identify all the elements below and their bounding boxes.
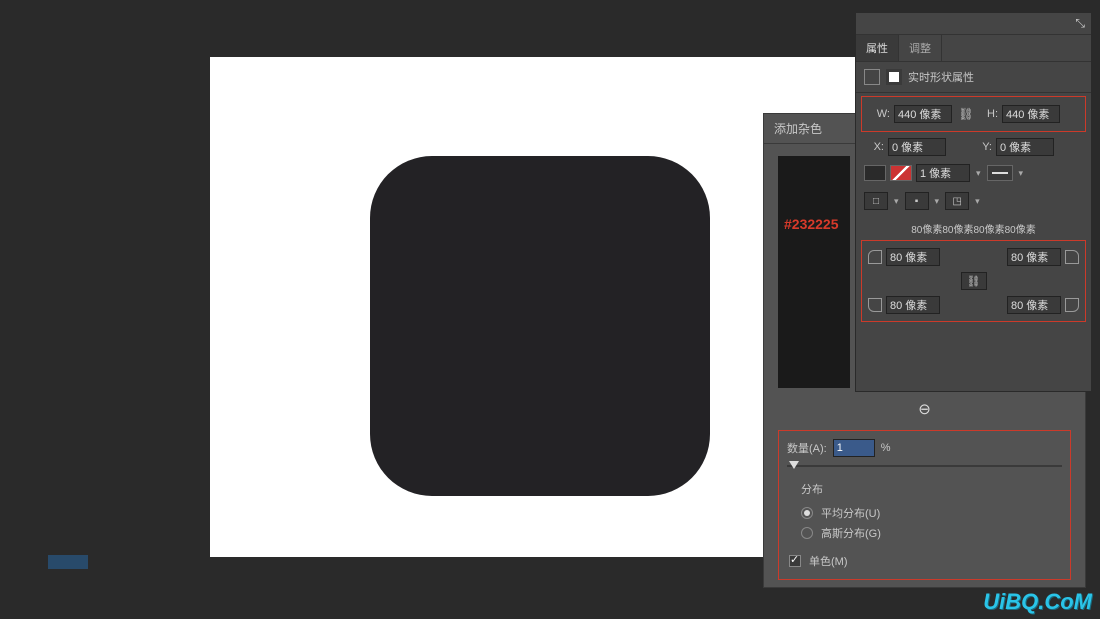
shape-outline-icon (864, 69, 880, 85)
x-input[interactable] (888, 138, 946, 156)
stroke-options-row: □ ▾ ▪ ▾ ◳ ▾ (856, 187, 1091, 215)
corner-bl-icon (868, 298, 882, 312)
corner-tr-input[interactable] (1007, 248, 1061, 266)
amount-label: 数量(A): (787, 440, 827, 456)
stroke-swatch[interactable] (890, 165, 912, 181)
amount-slider[interactable] (787, 465, 1062, 467)
amount-input[interactable] (833, 439, 875, 457)
noise-controls-group: 数量(A): % 分布 平均分布(U) 高斯分布(G) 单色(M) (778, 430, 1071, 580)
uniform-radio-row[interactable]: 平均分布(U) (801, 505, 1062, 521)
width-height-row: W: ⛓ H: (866, 100, 1081, 128)
align-dropdown-icon[interactable]: ▾ (933, 196, 942, 207)
height-input[interactable] (1002, 105, 1060, 123)
y-label: Y: (974, 141, 992, 153)
join-dropdown-icon[interactable]: ▾ (973, 196, 982, 207)
properties-panel: ⤡ 属性 调整 实时形状属性 W: ⛓ H: X: Y: ▾ ▾ □ ▾ (855, 12, 1092, 392)
wh-highlight: W: ⛓ H: (861, 96, 1086, 132)
tab-properties[interactable]: 属性 (856, 35, 899, 61)
link-corners-button[interactable]: ⛓ (961, 272, 987, 290)
corner-top-row (866, 245, 1081, 269)
collapse-icon[interactable]: ⤡ (1075, 16, 1085, 31)
slider-thumb-icon[interactable] (789, 461, 799, 469)
xy-row: X: Y: (856, 135, 1091, 159)
gaussian-label: 高斯分布(G) (821, 525, 881, 541)
corner-tl-input[interactable] (886, 248, 940, 266)
corners-summary: 80像素80像素80像素80像素 (856, 215, 1091, 238)
distribution-label: 分布 (801, 481, 1062, 497)
zoom-row: ⊖ (764, 394, 1085, 424)
y-input[interactable] (996, 138, 1054, 156)
corner-br-icon (1065, 298, 1079, 312)
x-label: X: (866, 141, 884, 153)
stroke-width-dropdown-icon[interactable]: ▾ (974, 168, 983, 179)
zoom-out-icon[interactable]: ⊖ (918, 400, 931, 418)
props-shape-header: 实时形状属性 (856, 62, 1091, 93)
fill-stroke-row: ▾ ▾ (856, 159, 1091, 187)
tab-adjustments[interactable]: 调整 (899, 35, 942, 61)
panel-topbar: ⤡ (856, 13, 1091, 35)
cap-dropdown-icon[interactable]: ▾ (892, 196, 901, 207)
live-shape-label: 实时形状属性 (908, 69, 974, 85)
shape-mask-icon (886, 69, 902, 85)
width-input[interactable] (894, 105, 952, 123)
stroke-width-input[interactable] (916, 164, 970, 182)
join-button[interactable]: ◳ (945, 192, 969, 210)
corner-link-row: ⛓ (866, 269, 1081, 293)
amount-unit: % (881, 442, 891, 454)
hex-color-label: #232225 (784, 216, 839, 232)
amount-row: 数量(A): % (787, 439, 1062, 457)
stroke-style-dropdown-icon[interactable]: ▾ (1017, 168, 1026, 179)
w-label: W: (872, 108, 890, 120)
watermark: UiBQ.CoM (983, 589, 1092, 615)
corner-tr-icon (1065, 250, 1079, 264)
rounded-rectangle-shape[interactable] (370, 156, 710, 496)
corner-tl-icon (868, 250, 882, 264)
mono-checkbox[interactable] (789, 555, 801, 567)
corner-bottom-row (866, 293, 1081, 317)
uniform-label: 平均分布(U) (821, 505, 880, 521)
h-label: H: (980, 108, 998, 120)
fill-swatch[interactable] (864, 165, 886, 181)
props-tabs: 属性 调整 (856, 35, 1091, 62)
watermark-left (48, 555, 88, 569)
gaussian-radio[interactable] (801, 527, 813, 539)
gaussian-radio-row[interactable]: 高斯分布(G) (801, 525, 1062, 541)
stroke-style-picker[interactable] (987, 165, 1013, 181)
mono-check-row[interactable]: 单色(M) (789, 553, 1062, 569)
noise-preview: #232225 (778, 156, 850, 388)
uniform-radio[interactable] (801, 507, 813, 519)
corner-br-input[interactable] (1007, 296, 1061, 314)
corner-radius-group: ⛓ (861, 240, 1086, 322)
mono-label: 单色(M) (809, 553, 848, 569)
corner-bl-input[interactable] (886, 296, 940, 314)
cap-button[interactable]: □ (864, 192, 888, 210)
align-button[interactable]: ▪ (905, 192, 929, 210)
link-wh-icon[interactable]: ⛓ (956, 107, 976, 121)
